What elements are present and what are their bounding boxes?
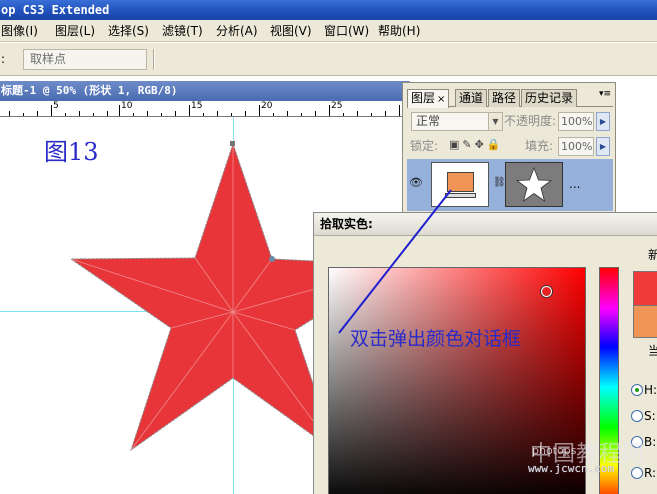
blend-row: 正常 ▼ 不透明度: 100% ▶ (407, 111, 611, 133)
anchor-point[interactable] (230, 141, 235, 146)
mode-r-label: R: (644, 466, 657, 480)
menu-layer[interactable]: 图层(L) (55, 23, 95, 39)
panel-tabs: 图层 × 通道 路径 历史记录 (407, 89, 613, 108)
mode-s-label: S: (644, 409, 656, 423)
new-color-swatch (633, 271, 657, 305)
tab-paths-label: 路径 (492, 91, 517, 105)
sample-size-label: : (1, 52, 6, 66)
blend-mode-value: 正常 (416, 114, 441, 128)
mode-h-radio[interactable]: H: (631, 383, 657, 397)
close-icon[interactable]: × (437, 94, 445, 105)
fill-label: 填充: (525, 139, 554, 153)
annotation-text: 双击弹出颜色对话框 (350, 328, 522, 350)
opacity-arrow-icon[interactable]: ▶ (596, 112, 610, 131)
new-color-label: 新 (648, 248, 657, 262)
mode-b-label: B: (644, 435, 657, 449)
radio-icon (631, 384, 643, 396)
radio-icon (631, 467, 643, 479)
fill-input[interactable]: 100% (558, 137, 594, 156)
layer-color-thumbnail[interactable] (431, 162, 489, 207)
ruler-ticks (9, 105, 400, 116)
anchor-point[interactable] (269, 256, 275, 262)
lock-icons[interactable]: ▣✎✥🔒 (449, 138, 504, 151)
tab-paths[interactable]: 路径 (488, 89, 521, 107)
watermark-url: www.jcwcn.com (528, 462, 615, 475)
current-color-swatch[interactable] (633, 305, 657, 338)
thumbnail-bar (445, 193, 476, 198)
mode-r-radio[interactable]: R: (631, 466, 656, 480)
ruler-number: 10 (121, 101, 133, 111)
radio-icon (631, 410, 643, 422)
current-color-label: 当 (648, 344, 657, 358)
chain-link-icon[interactable]: ⛓ (493, 177, 506, 188)
ruler-number: 15 (191, 101, 203, 111)
blend-mode-select[interactable]: 正常 ▼ (411, 112, 503, 131)
lock-row: 锁定: ▣✎✥🔒 填充: 100% ▶ (407, 136, 611, 158)
tab-channels-label: 通道 (459, 91, 484, 105)
menu-window[interactable]: 窗口(W) (324, 23, 369, 39)
app-title-bar: op CS3 Extended (0, 0, 657, 20)
menu-bar: 图像(I) 图层(L) 选择(S) 滤镜(T) 分析(A) 视图(V) 窗口(W… (0, 20, 657, 42)
fill-arrow-icon[interactable]: ▶ (596, 137, 610, 156)
eye-icon[interactable]: 👁 (409, 176, 423, 189)
menu-help[interactable]: 帮助(H) (378, 23, 420, 39)
ruler-number: 20 (261, 101, 273, 111)
opacity-label: 不透明度: (504, 114, 557, 128)
color-cursor[interactable] (541, 286, 552, 297)
menu-image[interactable]: 图像(I) (1, 23, 38, 39)
document-title-bar[interactable]: 标题-1 @ 50% (形状 1, RGB/8) (0, 81, 410, 101)
tab-layers[interactable]: 图层 × (407, 89, 450, 108)
layer-name[interactable]: ... (569, 177, 580, 191)
app-title: op CS3 Extended (1, 3, 110, 17)
chevron-down-icon: ▼ (488, 113, 502, 130)
ruler-number: 25 (331, 101, 343, 111)
document-title: 标题-1 @ 50% (形状 1, RGB/8) (1, 84, 178, 97)
opacity-input[interactable]: 100% (558, 112, 594, 131)
vector-mask-thumbnail[interactable] (505, 162, 563, 207)
menu-select[interactable]: 选择(S) (108, 23, 149, 39)
menu-view[interactable]: 视图(V) (270, 23, 312, 39)
menu-filter[interactable]: 滤镜(T) (162, 23, 203, 39)
fill-color-swatch (447, 172, 474, 192)
menu-analysis[interactable]: 分析(A) (216, 23, 258, 39)
options-separator (153, 49, 155, 70)
star-icon (515, 166, 553, 202)
options-bar: : 取样点 (0, 43, 657, 76)
watermark-small: photops (532, 444, 577, 457)
dialog-title-bar[interactable]: 拾取实色: (314, 213, 657, 236)
layer-row-shape[interactable]: 👁 ⛓ ... (407, 159, 613, 211)
panel-menu-icon[interactable]: ▾≡ (599, 89, 611, 99)
dialog-title: 拾取实色: (320, 217, 373, 231)
ruler-number: 5 (53, 101, 59, 111)
tab-channels[interactable]: 通道 (455, 89, 488, 107)
tab-layers-label: 图层 (411, 91, 436, 105)
mode-h-label: H: (644, 383, 657, 397)
horizontal-ruler[interactable]: 5 10 15 20 25 (0, 101, 410, 117)
mode-s-radio[interactable]: S: (631, 409, 656, 423)
tab-history[interactable]: 历史记录 (521, 89, 578, 107)
tab-history-label: 历史记录 (525, 91, 574, 105)
sample-size-select[interactable]: 取样点 (23, 49, 147, 70)
lock-label: 锁定: (410, 139, 439, 153)
figure-label: 图13 (44, 138, 99, 166)
